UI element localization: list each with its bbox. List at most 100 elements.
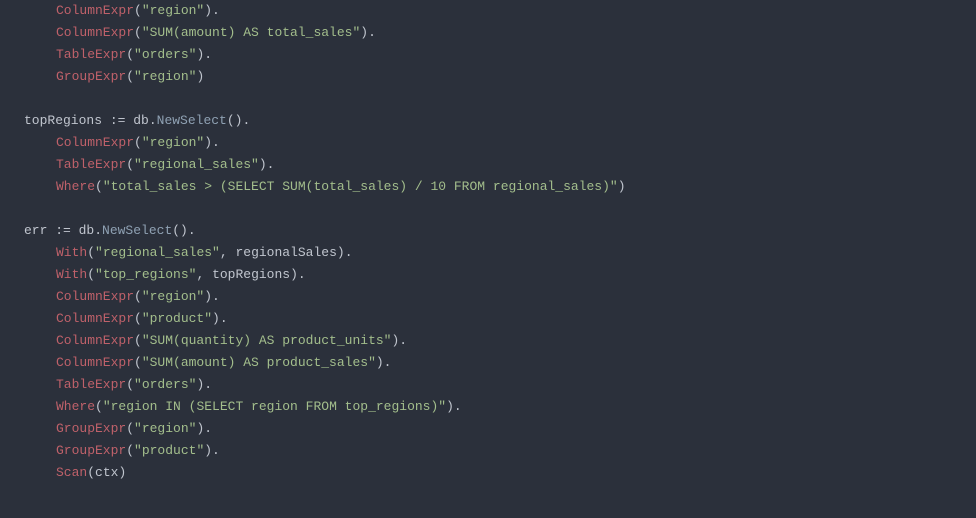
token-ident: db. <box>79 223 102 238</box>
token-str: "region" <box>142 289 204 304</box>
token-fn: ColumnExpr <box>56 355 134 370</box>
token-paren: ). <box>196 47 212 62</box>
token-ident: topRegions <box>212 267 290 282</box>
token-fn: With <box>56 245 87 260</box>
token-fn: ColumnExpr <box>56 25 134 40</box>
token-fn: ColumnExpr <box>56 135 134 150</box>
token-paren: ). <box>337 245 353 260</box>
token-str: "region" <box>142 3 204 18</box>
token-fn: Scan <box>56 465 87 480</box>
token-fn: GroupExpr <box>56 421 126 436</box>
token-op: := <box>55 223 78 238</box>
code-line: ColumnExpr("SUM(amount) AS total_sales")… <box>24 22 976 44</box>
code-line: ColumnExpr("product"). <box>24 308 976 330</box>
token-paren: (). <box>227 113 250 128</box>
code-line: TableExpr("orders"). <box>24 44 976 66</box>
token-paren: ( <box>87 465 95 480</box>
token-paren: ). <box>290 267 306 282</box>
code-line: ColumnExpr("SUM(quantity) AS product_uni… <box>24 330 976 352</box>
token-paren: ( <box>87 267 95 282</box>
token-paren: ( <box>95 399 103 414</box>
code-line: ColumnExpr("region"). <box>24 0 976 22</box>
token-paren: (). <box>172 223 195 238</box>
token-str: "SUM(quantity) AS product_units" <box>142 333 392 348</box>
token-paren: ) <box>118 465 126 480</box>
token-paren: ( <box>134 289 142 304</box>
token-fn: With <box>56 267 87 282</box>
code-line <box>24 198 976 220</box>
token-str: "product" <box>142 311 212 326</box>
token-fn: Where <box>56 399 95 414</box>
code-line: err := db.NewSelect(). <box>24 220 976 242</box>
token-paren: ( <box>134 355 142 370</box>
token-str: "regional_sales" <box>95 245 220 260</box>
token-paren: ). <box>204 3 220 18</box>
token-paren: ( <box>87 245 95 260</box>
token-str: "regional_sales" <box>134 157 259 172</box>
code-line: TableExpr("regional_sales"). <box>24 154 976 176</box>
token-ident: ctx <box>95 465 118 480</box>
code-line: Where("total_sales > (SELECT SUM(total_s… <box>24 176 976 198</box>
token-paren: ( <box>126 157 134 172</box>
token-fn: ColumnExpr <box>56 3 134 18</box>
token-ident: err <box>24 223 55 238</box>
token-paren: , <box>196 267 212 282</box>
token-paren: ( <box>134 3 142 18</box>
token-paren: ). <box>204 289 220 304</box>
token-ident: db. <box>133 113 156 128</box>
token-fn: TableExpr <box>56 377 126 392</box>
token-ident: topRegions <box>24 113 110 128</box>
token-str: "orders" <box>134 377 196 392</box>
token-str: "SUM(amount) AS product_sales" <box>142 355 376 370</box>
token-paren: ( <box>126 47 134 62</box>
token-fn: TableExpr <box>56 157 126 172</box>
token-method: NewSelect <box>157 113 227 128</box>
code-block: ColumnExpr("region").ColumnExpr("SUM(amo… <box>0 0 976 484</box>
token-paren: ). <box>196 421 212 436</box>
code-line: Where("region IN (SELECT region FROM top… <box>24 396 976 418</box>
token-paren: ( <box>134 135 142 150</box>
token-str: "product" <box>134 443 204 458</box>
token-paren: ( <box>95 179 103 194</box>
token-paren: ). <box>360 25 376 40</box>
token-paren: ( <box>134 333 142 348</box>
token-str: "region" <box>134 421 196 436</box>
token-ident: regionalSales <box>235 245 336 260</box>
token-paren: ( <box>126 443 134 458</box>
token-fn: TableExpr <box>56 47 126 62</box>
token-str: "SUM(amount) AS total_sales" <box>142 25 360 40</box>
code-line: With("top_regions", topRegions). <box>24 264 976 286</box>
token-fn: ColumnExpr <box>56 311 134 326</box>
token-str: "region" <box>142 135 204 150</box>
code-line: GroupExpr("region"). <box>24 418 976 440</box>
code-line: Scan(ctx) <box>24 462 976 484</box>
token-fn: Where <box>56 179 95 194</box>
token-str: "region" <box>134 69 196 84</box>
code-line: ColumnExpr("SUM(amount) AS product_sales… <box>24 352 976 374</box>
token-paren: ). <box>212 311 228 326</box>
token-fn: GroupExpr <box>56 69 126 84</box>
code-line: GroupExpr("region") <box>24 66 976 88</box>
token-paren: ) <box>196 69 204 84</box>
token-paren: ( <box>126 377 134 392</box>
token-str: "total_sales > (SELECT SUM(total_sales) … <box>103 179 618 194</box>
token-paren: ). <box>446 399 462 414</box>
token-op: := <box>110 113 133 128</box>
code-line: ColumnExpr("region"). <box>24 132 976 154</box>
token-fn: ColumnExpr <box>56 333 134 348</box>
code-line: ColumnExpr("region"). <box>24 286 976 308</box>
code-line: With("regional_sales", regionalSales). <box>24 242 976 264</box>
token-method: NewSelect <box>102 223 172 238</box>
token-str: "region IN (SELECT region FROM top_regio… <box>103 399 446 414</box>
token-paren: ) <box>618 179 626 194</box>
token-paren: ( <box>134 25 142 40</box>
token-paren: ). <box>196 377 212 392</box>
token-str: "orders" <box>134 47 196 62</box>
token-paren: ). <box>204 135 220 150</box>
code-line: topRegions := db.NewSelect(). <box>24 110 976 132</box>
token-paren: , <box>220 245 236 260</box>
code-line: TableExpr("orders"). <box>24 374 976 396</box>
token-paren: ). <box>259 157 275 172</box>
token-paren: ( <box>134 311 142 326</box>
token-fn: ColumnExpr <box>56 289 134 304</box>
